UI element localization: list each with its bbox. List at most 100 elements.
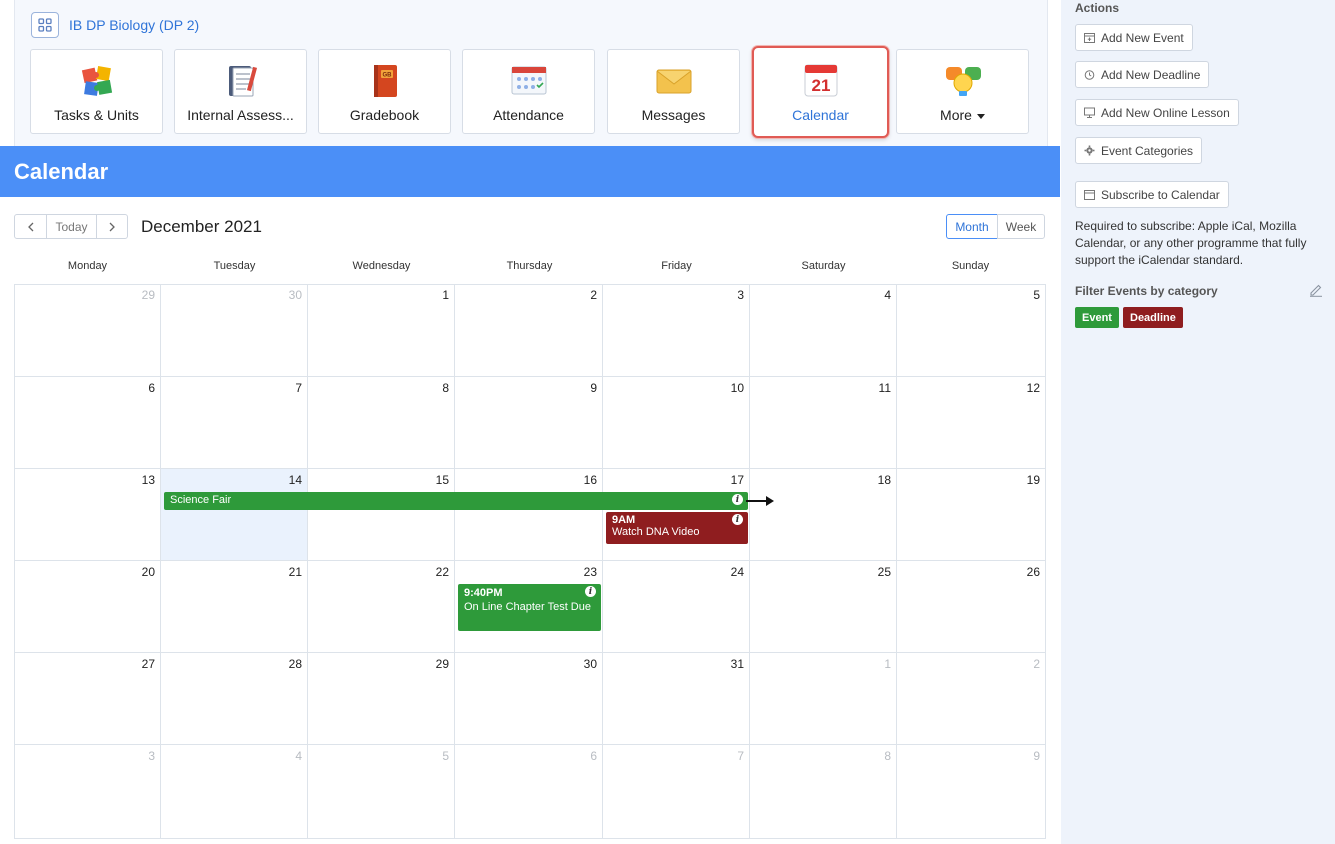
day-cell[interactable]: 12 (897, 377, 1046, 469)
day-number: 30 (583, 657, 597, 671)
week-view-button[interactable]: Week (997, 214, 1045, 239)
day-cell[interactable]: 7 (161, 377, 308, 469)
day-cell[interactable]: 5 (897, 284, 1046, 377)
weekday-header: Thursday (506, 260, 553, 272)
event-science-fair[interactable]: Science Fair i (164, 492, 748, 510)
next-month-button[interactable] (96, 214, 128, 239)
day-cell[interactable]: 21 (161, 561, 308, 653)
add-new-online-lesson-button[interactable]: Add New Online Lesson (1075, 99, 1239, 126)
day-cell[interactable]: 8 (308, 377, 455, 469)
day-cell[interactable]: 1 (750, 653, 897, 745)
day-cell[interactable]: 2 (897, 653, 1046, 745)
day-cell[interactable]: 19 (897, 469, 1046, 561)
info-icon[interactable]: i (732, 494, 743, 505)
day-cell[interactable]: 4 (161, 745, 308, 839)
tile-gradebook[interactable]: GB Gradebook (318, 49, 451, 134)
day-cell[interactable]: 10 (603, 377, 750, 469)
month-title: December 2021 (141, 217, 262, 236)
tile-label: Internal Assess... (187, 107, 294, 123)
day-cell[interactable]: 29 (14, 284, 161, 377)
tile-attendance[interactable]: Attendance (462, 49, 595, 134)
day-number: 19 (1026, 473, 1040, 487)
day-number: 12 (1026, 381, 1040, 395)
day-cell[interactable]: 2 (455, 284, 603, 377)
day-cell[interactable]: 3 (603, 284, 750, 377)
day-number: 13 (141, 473, 155, 487)
weekday-header: Saturday (801, 260, 846, 272)
day-cell[interactable]: 20 (14, 561, 161, 653)
prev-month-button[interactable] (14, 214, 47, 239)
apps-grid-icon[interactable] (31, 12, 59, 38)
day-number: 26 (1026, 565, 1040, 579)
day-cell[interactable]: 18 (750, 469, 897, 561)
day-cell[interactable]: 14 (161, 469, 308, 561)
day-cell[interactable]: 9 (897, 745, 1046, 839)
day-cell[interactable]: 27 (14, 653, 161, 745)
day-number: 2 (590, 288, 597, 302)
day-number: 6 (590, 749, 597, 763)
chevron-left-icon (27, 222, 33, 231)
tile-messages[interactable]: Messages (607, 49, 740, 134)
day-cell[interactable]: 28 (161, 653, 308, 745)
tile-label: Messages (641, 107, 706, 123)
info-icon[interactable]: i (585, 586, 596, 597)
day-cell[interactable]: 31 (603, 653, 750, 745)
day-number: 4 (295, 749, 302, 763)
tile-internal-assessment[interactable]: Internal Assess... (174, 49, 307, 134)
tile-calendar[interactable]: 21 Calendar (752, 46, 889, 138)
day-cell[interactable]: 13 (14, 469, 161, 561)
add-new-event-button[interactable]: Add New Event (1075, 24, 1193, 51)
day-cell[interactable]: 30 (161, 284, 308, 377)
day-number: 7 (295, 381, 302, 395)
day-cell[interactable]: 1 (308, 284, 455, 377)
tile-tasks-units[interactable]: Tasks & Units (30, 49, 163, 134)
day-cell[interactable]: 30 (455, 653, 603, 745)
day-cell[interactable]: 11 (750, 377, 897, 469)
day-cell[interactable]: 4 (750, 284, 897, 377)
day-cell[interactable]: 9 (455, 377, 603, 469)
filter-tag-deadline[interactable]: Deadline (1123, 307, 1183, 328)
day-cell[interactable]: 24 (603, 561, 750, 653)
button-label: Subscribe to Calendar (1101, 187, 1220, 202)
month-grid: 29 30 1 2 3 4 5 6 7 8 9 10 11 12 13 14 15 16 17 18 19 20 21 22 2… (14, 284, 1046, 839)
day-number: 20 (141, 565, 155, 579)
continues-arrow-icon (746, 496, 774, 506)
day-number: 10 (730, 381, 744, 395)
day-cell[interactable]: 3 (14, 745, 161, 839)
info-icon[interactable]: i (732, 514, 743, 525)
event-watch-dna-video[interactable]: 9AM Watch DNA Video i (606, 512, 748, 544)
alarm-clock-icon (1084, 70, 1095, 80)
day-cell[interactable]: 7 (603, 745, 750, 839)
day-cell[interactable]: 6 (14, 377, 161, 469)
day-cell[interactable]: 16 (455, 469, 603, 561)
tile-more[interactable]: More (896, 49, 1029, 134)
sidebar: Actions Add New Event Add New Deadline A… (1061, 0, 1335, 844)
day-number: 31 (730, 657, 744, 671)
gear-icon (1084, 145, 1095, 156)
filter-heading: Filter Events by category (1075, 284, 1218, 298)
month-view-button[interactable]: Month (946, 214, 998, 239)
day-cell[interactable]: 29 (308, 653, 455, 745)
event-title: Science Fair (170, 494, 232, 506)
button-label: Add New Deadline (1101, 67, 1201, 82)
event-online-chapter-test[interactable]: 9:40PM On Line Chapter Test Due i (458, 584, 601, 631)
day-cell[interactable]: 6 (455, 745, 603, 839)
event-categories-button[interactable]: Event Categories (1075, 137, 1203, 164)
subscribe-to-calendar-button[interactable]: Subscribe to Calendar (1075, 181, 1229, 208)
puzzle-icon (81, 66, 112, 96)
day-cell[interactable]: 15 (308, 469, 455, 561)
day-number: 30 (288, 288, 302, 302)
weekday-header: Sunday (951, 260, 990, 272)
day-cell[interactable]: 26 (897, 561, 1046, 653)
day-cell[interactable]: 5 (308, 745, 455, 839)
lightbulb-chat-icon (945, 67, 981, 96)
caret-down-icon (976, 113, 985, 119)
course-title[interactable]: IB DP Biology (DP 2) (69, 17, 199, 33)
add-new-deadline-button[interactable]: Add New Deadline (1075, 61, 1210, 88)
day-cell[interactable]: 25 (750, 561, 897, 653)
today-button[interactable]: Today (46, 214, 97, 239)
day-cell[interactable]: 22 (308, 561, 455, 653)
filter-tag-event[interactable]: Event (1075, 307, 1119, 328)
day-cell[interactable]: 8 (750, 745, 897, 839)
pencil-icon[interactable] (1309, 283, 1323, 297)
